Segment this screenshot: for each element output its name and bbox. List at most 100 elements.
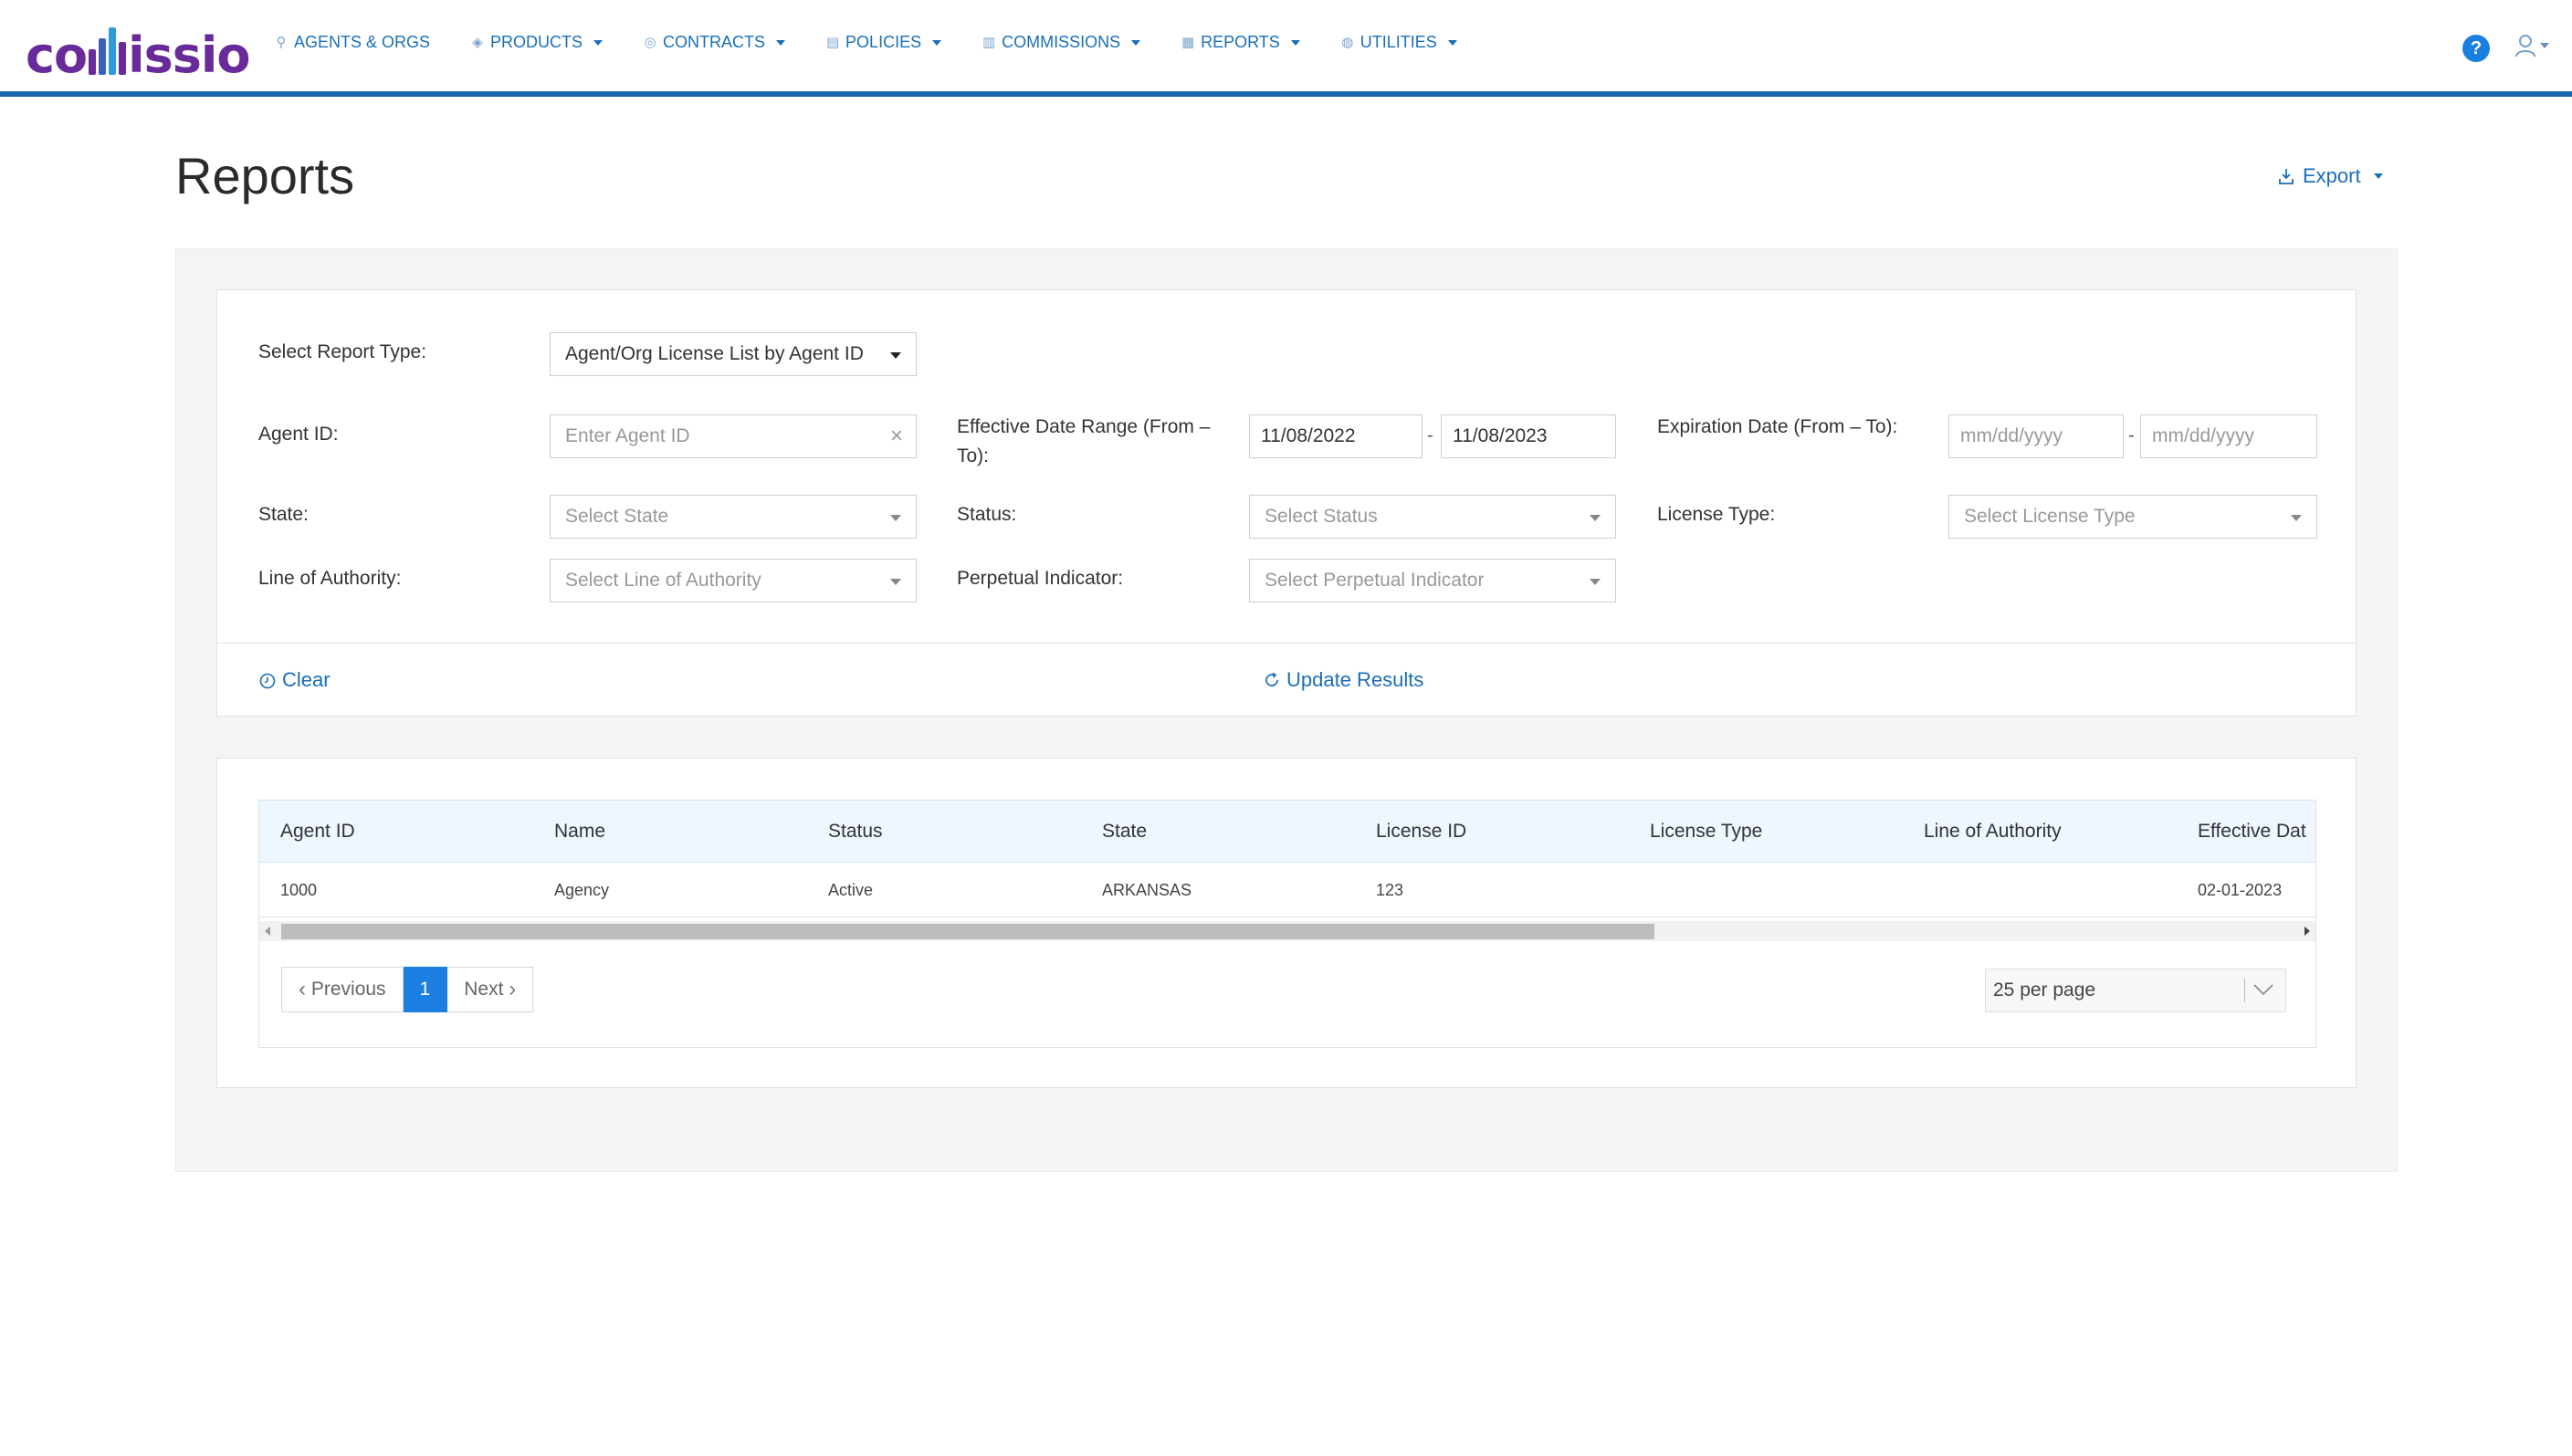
results-card: Agent ID Name Status State License ID Li…	[216, 758, 2357, 1088]
clear-icon[interactable]: ×	[890, 424, 903, 449]
column-header[interactable]: Effective Dat	[2198, 801, 2306, 863]
loa-select[interactable]: Select Line of Authority	[550, 559, 917, 602]
logo-text-prefix: co	[26, 26, 88, 84]
horizontal-scrollbar[interactable]	[259, 921, 2315, 941]
nav-label: REPORTS	[1201, 33, 1280, 51]
refresh-icon	[1265, 672, 1278, 686]
help-icon[interactable]: ?	[2462, 35, 2490, 62]
per-page-value: 25 per page	[1993, 979, 2096, 1000]
scroll-left-icon[interactable]	[265, 927, 270, 936]
cell-agent-id: 1000	[280, 881, 318, 899]
column-header[interactable]: License Type	[1650, 801, 1762, 863]
table-row[interactable]: 1000 Agency Active ARKANSAS 123 02-01-20…	[259, 863, 2315, 917]
nav-contracts[interactable]: ◎ CONTRACTS	[643, 33, 786, 52]
expiration-from-input[interactable]: mm/dd/yyyy	[1948, 414, 2124, 458]
nav-agents-orgs[interactable]: ⚲ AGENTS & ORGS	[274, 33, 431, 52]
scrollbar-thumb[interactable]	[281, 924, 1654, 939]
agent-id-placeholder: Enter Agent ID	[565, 425, 690, 446]
next-label: Next	[464, 979, 504, 1000]
status-placeholder: Select Status	[1265, 506, 1378, 527]
perpetual-select[interactable]: Select Perpetual Indicator	[1249, 559, 1616, 602]
expiration-to-input[interactable]: mm/dd/yyyy	[2140, 414, 2317, 458]
state-select[interactable]: Select State	[550, 495, 917, 539]
previous-page-button[interactable]: ‹ Previous	[281, 967, 404, 1012]
filter-card: Select Report Type: Agent/Org License Li…	[216, 289, 2357, 717]
globe-icon: ◍	[1341, 34, 1354, 50]
table-header: Agent ID Name Status State License ID Li…	[259, 801, 2315, 863]
loa-label: Line of Authority:	[258, 568, 402, 589]
column-header[interactable]: State	[1102, 801, 1147, 863]
reports-icon: ▦	[1181, 34, 1195, 50]
chevron-down-icon	[890, 579, 901, 585]
chevron-down-icon	[2540, 43, 2549, 48]
cell-state: ARKANSAS	[1102, 881, 1192, 899]
export-label: Export	[2303, 164, 2361, 187]
report-type-select[interactable]: Agent/Org License List by Agent ID	[550, 332, 917, 376]
license-type-select[interactable]: Select License Type	[1948, 495, 2317, 539]
chevron-down-icon	[2253, 984, 2273, 996]
commissio-logo[interactable]: co issio	[26, 20, 251, 84]
column-header[interactable]: Agent ID	[280, 801, 355, 863]
chevron-down-icon	[890, 352, 901, 359]
chevron-down-icon	[2291, 515, 2302, 521]
user-menu[interactable]	[2514, 33, 2549, 58]
agent-id-label: Agent ID:	[258, 424, 339, 445]
nav-label: CONTRACTS	[663, 33, 766, 51]
expiration-range-label: Expiration Date (From – To):	[1657, 416, 1898, 437]
policies-icon: ▤	[825, 34, 840, 50]
chevron-right-icon: ›	[509, 977, 517, 1001]
cell-effective-date: 02-01-2023	[2198, 881, 2283, 899]
clear-button[interactable]: Clear	[258, 668, 331, 692]
agent-id-input[interactable]: Enter Agent ID ×	[550, 414, 917, 458]
pagination: ‹ Previous 1 Next ›	[281, 967, 534, 1012]
effective-from-input[interactable]: 11/08/2022	[1249, 414, 1422, 458]
nav-label: AGENTS & ORGS	[294, 33, 431, 51]
status-label: Status:	[957, 504, 1017, 525]
date-separator: -	[2128, 425, 2135, 445]
update-results-button[interactable]: Update Results	[1263, 668, 1423, 692]
page-title: Reports	[175, 147, 355, 204]
column-header[interactable]: Line of Authority	[1924, 801, 2062, 863]
cell-name: Agency	[554, 881, 610, 899]
nav-policies[interactable]: ▤ POLICIES	[825, 33, 942, 52]
nav-label: POLICIES	[845, 33, 922, 51]
cell-status: Active	[828, 881, 874, 899]
per-page-select[interactable]: 25 per page	[1985, 969, 2286, 1012]
chevron-left-icon: ‹	[299, 977, 306, 1001]
chevron-down-icon	[932, 39, 942, 46]
loa-placeholder: Select Line of Authority	[565, 570, 761, 591]
scroll-right-icon[interactable]	[2304, 927, 2310, 936]
export-button[interactable]: Export	[2277, 164, 2383, 188]
column-header[interactable]: Status	[828, 801, 883, 863]
effective-to-input[interactable]: 11/08/2023	[1441, 414, 1616, 458]
clear-label: Clear	[282, 668, 331, 691]
nav-label: UTILITIES	[1359, 33, 1437, 51]
nav-products[interactable]: ◈ PRODUCTS	[470, 33, 604, 52]
nav-utilities[interactable]: ◍ UTILITIES	[1340, 33, 1457, 52]
user-icon	[2515, 35, 2535, 58]
status-select[interactable]: Select Status	[1249, 495, 1616, 539]
chevron-down-icon	[1131, 39, 1141, 46]
nav-reports[interactable]: ▦ REPORTS	[1181, 33, 1300, 52]
chevron-down-icon	[593, 39, 604, 46]
column-header[interactable]: Name	[554, 801, 605, 863]
state-label: State:	[258, 504, 309, 525]
expiration-from-placeholder: mm/dd/yyyy	[1960, 425, 2063, 446]
update-label: Update Results	[1286, 668, 1424, 691]
commissions-icon: ▥	[982, 34, 996, 50]
agents-icon: ⚲	[276, 34, 287, 50]
effective-range-label: Effective Date Range (From – To):	[957, 416, 1211, 466]
main-nav: ⚲ AGENTS & ORGS ◈ PRODUCTS ◎ CONTRACTS ▤…	[274, 33, 1497, 52]
date-separator: -	[1427, 425, 1433, 445]
license-type-label: License Type:	[1657, 504, 1776, 525]
next-page-button[interactable]: Next ›	[447, 967, 534, 1012]
top-navbar: co issio ⚲ AGENTS & ORGS ◈ PRODUCTS ◎ CO…	[0, 0, 2572, 97]
effective-from-value: 11/08/2022	[1261, 425, 1356, 446]
download-icon	[2279, 169, 2294, 184]
perpetual-label: Perpetual Indicator:	[957, 568, 1124, 589]
column-header[interactable]: License ID	[1376, 801, 1466, 863]
select-separator	[2244, 979, 2245, 1002]
nav-commissions[interactable]: ▥ COMMISSIONS	[982, 33, 1141, 52]
page-1-button[interactable]: 1	[403, 967, 448, 1012]
chevron-down-icon	[2373, 173, 2383, 179]
